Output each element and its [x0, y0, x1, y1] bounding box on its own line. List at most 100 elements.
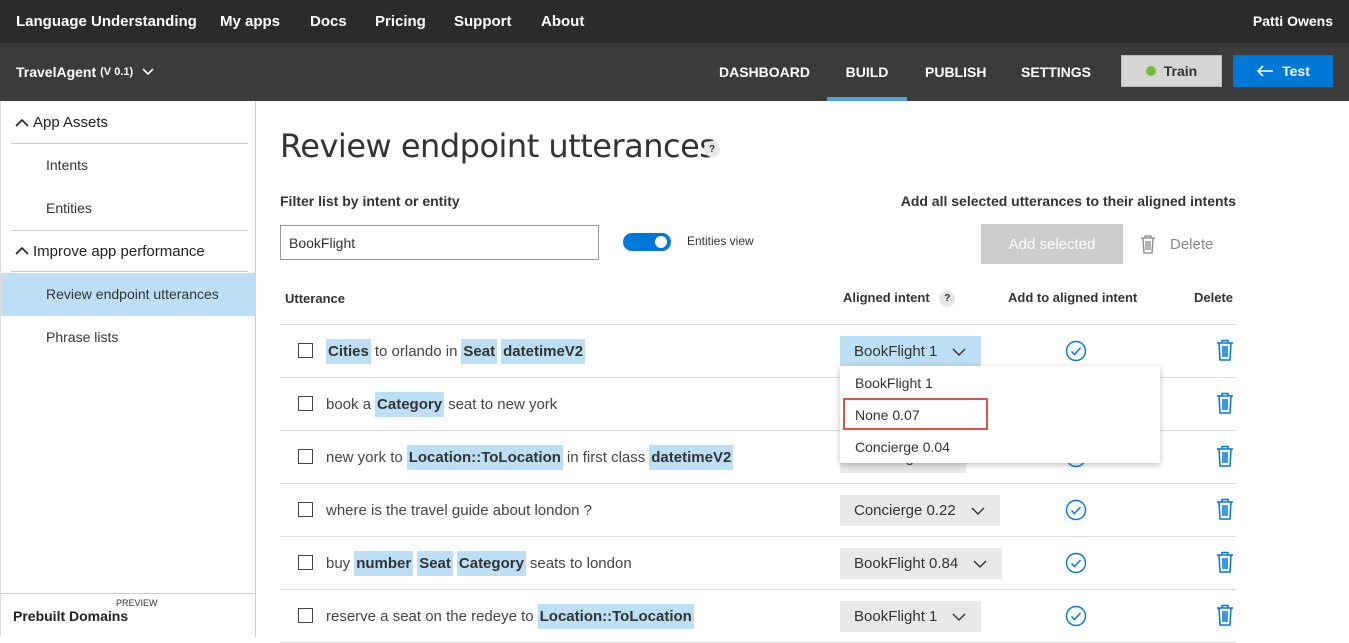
entity-label[interactable]: number [354, 550, 414, 576]
row-checkbox[interactable] [298, 502, 313, 517]
tab-dashboard[interactable]: DASHBOARD [719, 43, 810, 101]
aligned-intent-value: BookFlight 1 [854, 343, 938, 360]
sidebar-item-phrase-lists[interactable]: Phrase lists [1, 316, 256, 359]
app-toolbar: TravelAgent (V 0.1) DASHBOARD BUILD PUBL… [0, 43, 1349, 101]
sidebar-item-intents[interactable]: Intents [1, 144, 256, 187]
nav-link-about[interactable]: About [541, 13, 584, 30]
sidebar-section-app-assets[interactable]: App Assets [11, 102, 248, 144]
aligned-intent-dropdown[interactable]: BookFlight 0.84 [840, 548, 1003, 579]
test-button[interactable]: Test [1233, 55, 1333, 87]
sidebar: App Assets Intents Entities Improve app … [0, 101, 256, 637]
aligned-intent-value: Concierge 0.22 [854, 502, 956, 519]
dropdown-option-concierge[interactable]: Concierge 0.04 [855, 439, 950, 455]
utterance-token: book a [326, 395, 372, 413]
aligned-intent-dropdown[interactable]: BookFlight 1 [840, 336, 982, 367]
entity-label[interactable]: Location::ToLocation [406, 444, 563, 470]
chevron-down-icon [952, 348, 966, 356]
utterance-token: new york to [326, 448, 403, 466]
intent-dropdown-menu: BookFlight 1 None 0.07 Concierge 0.04 [840, 366, 1160, 463]
utterance-token: to orlando in [374, 342, 458, 360]
entity-label[interactable]: Location::ToLocation [537, 603, 694, 629]
utterance-token: seat to new york [448, 395, 558, 413]
delete-button[interactable]: Delete [1140, 234, 1213, 254]
utterance-token: in first class [566, 448, 646, 466]
trash-icon[interactable] [1215, 498, 1235, 520]
trash-icon [1141, 235, 1155, 254]
row-checkbox[interactable] [298, 343, 313, 358]
trash-icon[interactable] [1215, 445, 1235, 467]
dropdown-option-none[interactable]: None 0.07 [855, 407, 920, 423]
section-label: Improve app performance [33, 242, 205, 260]
row-checkbox[interactable] [298, 396, 313, 411]
sidebar-section-improve[interactable]: Improve app performance [11, 230, 248, 272]
aligned-intent-dropdown[interactable]: BookFlight 1 [840, 601, 982, 632]
entity-label[interactable]: Cities [326, 338, 371, 364]
utterance-token: reserve a seat on the redeye to [326, 607, 534, 625]
entity-label[interactable]: datetimeV2 [501, 338, 586, 364]
dropdown-option-bookflight[interactable]: BookFlight 1 [855, 375, 933, 391]
row-checkbox[interactable] [298, 449, 313, 464]
trash-icon[interactable] [1215, 392, 1235, 414]
checkmark-circle-icon[interactable] [1065, 499, 1087, 521]
utterance-text: book a Category seat to new york [326, 389, 561, 419]
brand-link[interactable]: Language Understanding [16, 0, 197, 43]
column-header-aligned-intent: Aligned intent ? [843, 290, 956, 307]
app-version: (V 0.1) [100, 66, 134, 78]
column-header-delete: Delete [1194, 290, 1234, 305]
aligned-intent-dropdown[interactable]: Concierge 0.22 [840, 495, 1000, 526]
column-header-utterance: Utterance [285, 291, 345, 306]
section-label: App Assets [33, 114, 109, 131]
entities-view-toggle[interactable] [623, 233, 671, 251]
checkmark-circle-icon[interactable] [1065, 552, 1087, 574]
main-content: Review endpoint utterances ? Filter list… [256, 101, 1349, 643]
help-icon[interactable]: ? [704, 141, 720, 157]
checkmark-circle-icon[interactable] [1065, 340, 1087, 362]
filter-input[interactable] [280, 225, 599, 260]
chevron-up-icon [15, 118, 29, 127]
status-dot-icon [1145, 66, 1156, 76]
trash-icon[interactable] [1215, 339, 1235, 361]
row-checkbox[interactable] [298, 608, 313, 623]
aligned-intent-label: Aligned intent [843, 290, 930, 305]
entity-label[interactable]: Seat [461, 338, 498, 364]
aligned-intent-value: BookFlight 0.84 [854, 555, 959, 572]
trash-icon[interactable] [1215, 551, 1235, 573]
utterance-text: new york to Location::ToLocation in first … [326, 442, 737, 472]
test-label: Test [1282, 63, 1310, 79]
checkmark-circle-icon[interactable] [1065, 605, 1087, 627]
nav-link-pricing[interactable]: Pricing [375, 13, 426, 30]
tab-build[interactable]: BUILD [827, 43, 907, 101]
help-icon[interactable]: ? [939, 290, 956, 307]
entity-label[interactable]: Category [375, 391, 445, 417]
entity-label[interactable]: datetimeV2 [649, 444, 734, 470]
nav-link-support[interactable]: Support [454, 13, 512, 30]
add-selected-button[interactable]: Add selected [981, 224, 1123, 264]
user-name[interactable]: Patti Owens [1253, 0, 1333, 43]
utterance-text: buy number Seat Category seats to london [326, 548, 636, 578]
aligned-intent-value: BookFlight 1 [854, 608, 938, 625]
row-checkbox[interactable] [298, 555, 313, 570]
train-label: Train [1163, 63, 1198, 79]
chevron-down-icon [973, 560, 987, 568]
chevron-up-icon [15, 246, 29, 255]
chevron-down-icon [952, 613, 966, 621]
utterance-text: where is the travel guide about london ? [326, 495, 596, 525]
train-button[interactable]: Train [1121, 55, 1222, 87]
column-header-add-to-aligned: Add to aligned intent [1008, 290, 1138, 305]
entities-view-label: Entities view [687, 234, 754, 248]
sidebar-item-entities[interactable]: Entities [1, 187, 256, 230]
sidebar-item-review-endpoint-utterances[interactable]: Review endpoint utterances [1, 273, 256, 316]
trash-icon[interactable] [1215, 604, 1235, 626]
entity-label[interactable]: Category [456, 550, 526, 576]
nav-link-my-apps[interactable]: My apps [220, 13, 280, 30]
table-row: buy number Seat Category seats to london Book… [280, 537, 1236, 590]
tab-settings[interactable]: SETTINGS [1021, 43, 1091, 101]
brand-label[interactable]: Language Understanding [16, 13, 197, 30]
tab-publish[interactable]: PUBLISH [925, 43, 986, 101]
utterance-token: seats to london [529, 554, 632, 572]
prebuilt-domains-link[interactable]: PREVIEW Prebuilt Domains [1, 593, 256, 637]
nav-link-docs[interactable]: Docs [310, 13, 347, 30]
entity-label[interactable]: Seat [417, 550, 453, 576]
chevron-down-icon [971, 507, 985, 515]
app-selector[interactable]: TravelAgent (V 0.1) [16, 43, 155, 101]
